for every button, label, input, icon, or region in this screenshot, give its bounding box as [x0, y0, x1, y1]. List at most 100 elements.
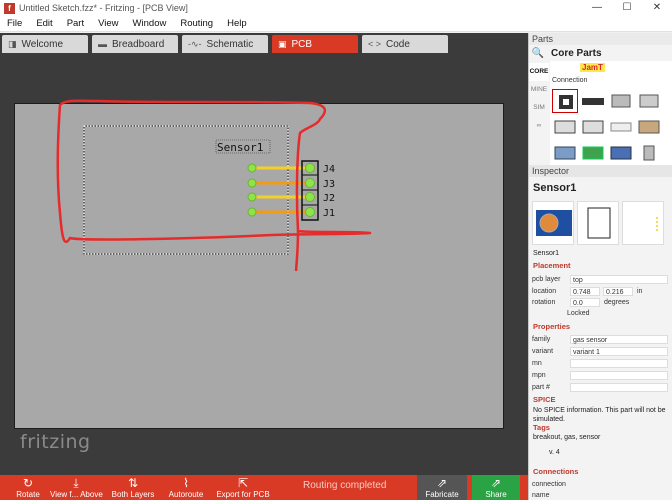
- pad[interactable]: [305, 163, 315, 173]
- part-tile[interactable]: [552, 89, 578, 113]
- view-above-icon: ⤓: [73, 476, 79, 490]
- fabricate-button[interactable]: ⇗ Fabricate: [417, 475, 467, 500]
- rotate-icon: ↻: [22, 476, 34, 490]
- properties-title: Properties: [533, 322, 571, 331]
- welcome-icon: ◨: [8, 38, 17, 49]
- part-tile[interactable]: [636, 115, 662, 139]
- maximize-button[interactable]: ☐: [612, 0, 642, 16]
- part-tile[interactable]: [580, 115, 606, 139]
- bin-tab-sim[interactable]: SIM: [529, 99, 549, 117]
- part-tile[interactable]: [636, 141, 662, 165]
- tags-text: breakout, gas, sensor: [533, 434, 601, 441]
- pad[interactable]: [305, 178, 315, 188]
- red-annotation-tail: [294, 230, 300, 272]
- menu-routing[interactable]: Routing: [173, 18, 220, 29]
- menu-window[interactable]: Window: [126, 18, 174, 29]
- bin-tab-core[interactable]: CORE: [529, 63, 549, 81]
- inspector-title: Sensor1: [533, 182, 577, 194]
- schematic-preview: [577, 201, 619, 245]
- spice-title: SPICE: [533, 395, 556, 404]
- inspector-subtitle: Sensor1: [533, 250, 560, 257]
- pin-label-j2: J2: [323, 193, 335, 204]
- spice-text: No SPICE information. This part will not…: [533, 407, 666, 423]
- rotation-field[interactable]: 0.0: [570, 297, 600, 307]
- both-layers-button[interactable]: ⇅ Both Layers: [108, 475, 158, 500]
- share-button[interactable]: ⇗ Share: [472, 475, 520, 500]
- location-y-field[interactable]: 0.216: [603, 286, 633, 296]
- pin-label-j1: J1: [323, 208, 335, 219]
- bin-title: Core Parts: [551, 47, 602, 59]
- autoroute-button[interactable]: ⌇ Autoroute: [164, 475, 208, 500]
- routing-status: Routing completed: [303, 480, 387, 491]
- inspector-images: [532, 201, 664, 245]
- tab-welcome[interactable]: ◨ Welcome: [2, 35, 88, 53]
- bin-tab-mine[interactable]: MINE: [529, 81, 549, 99]
- prop-row: variant variant 1: [532, 346, 668, 356]
- mpn-field[interactable]: [570, 370, 668, 380]
- pad[interactable]: [305, 192, 315, 202]
- view-from-above-button[interactable]: ⤓ View f... Above: [50, 475, 103, 500]
- tab-code[interactable]: < > Code: [362, 35, 448, 53]
- part-tile[interactable]: [552, 141, 578, 165]
- layers-icon: ⇅: [127, 476, 139, 490]
- part-tile[interactable]: [580, 89, 606, 113]
- part-tile[interactable]: [636, 89, 662, 113]
- share-icon: ⇗: [490, 476, 502, 490]
- pad[interactable]: [247, 192, 257, 202]
- pad[interactable]: [247, 207, 257, 217]
- tab-label: PCB: [291, 38, 313, 50]
- tab-pcb[interactable]: ▣ PCB: [272, 35, 358, 53]
- part-number-field[interactable]: [570, 382, 668, 392]
- bin-tab-more[interactable]: ∞: [529, 117, 549, 135]
- tags-title: Tags: [533, 423, 550, 432]
- name-row: name: [532, 491, 550, 499]
- pcb-preview: [622, 201, 664, 245]
- family-field[interactable]: gas sensor: [570, 334, 668, 344]
- menu-file[interactable]: File: [0, 18, 29, 29]
- right-panel: Parts 🔍 Core Parts CORE MINE SIM ∞ JamT …: [528, 33, 672, 500]
- menu-help[interactable]: Help: [220, 18, 254, 29]
- autoroute-icon: ⌇: [183, 476, 189, 490]
- rotate-button[interactable]: ↻ Rotate: [10, 475, 46, 500]
- menu-view[interactable]: View: [91, 18, 125, 29]
- part-tile[interactable]: [608, 115, 634, 139]
- pcb-drawing: Sensor1 J4 J3 J2 J1: [56, 99, 372, 272]
- pad[interactable]: [247, 178, 257, 188]
- part-label[interactable]: Sensor1: [217, 141, 263, 154]
- part-tile[interactable]: [608, 141, 634, 165]
- part-tile[interactable]: [552, 115, 578, 139]
- location-x-field[interactable]: 0.748: [570, 286, 600, 296]
- bin-tabs: CORE MINE SIM ∞: [529, 63, 549, 135]
- search-icon[interactable]: 🔍: [529, 45, 547, 61]
- fabricate-icon: ⇗: [436, 476, 448, 490]
- breadboard-preview: [532, 201, 574, 245]
- prop-row: family gas sensor: [532, 334, 668, 344]
- code-icon: < >: [368, 39, 382, 49]
- menu-edit[interactable]: Edit: [29, 18, 59, 29]
- variant-field[interactable]: variant 1: [570, 346, 668, 356]
- part-tile[interactable]: [608, 89, 634, 113]
- tab-schematic[interactable]: -∿- Schematic: [182, 35, 268, 53]
- rotation-row: rotation 0.0 degrees: [532, 297, 630, 307]
- pad[interactable]: [305, 207, 315, 217]
- tab-breadboard[interactable]: ▬ Breadboard: [92, 35, 178, 53]
- tab-label: Welcome: [21, 38, 64, 50]
- minimize-button[interactable]: —: [582, 0, 612, 16]
- menu-bar: File Edit Part View Window Routing Help: [0, 16, 672, 32]
- pin-label-j4: J4: [323, 164, 335, 175]
- jamt-badge[interactable]: JamT: [580, 63, 605, 72]
- close-button[interactable]: ✕: [642, 0, 672, 16]
- locked-checkbox[interactable]: Locked: [567, 310, 590, 317]
- pcb-canvas[interactable]: Sensor1 J4 J3 J2 J1 fritzing: [0, 53, 528, 475]
- parts-grid: JamT Connection: [550, 61, 672, 166]
- pcb-layer-select[interactable]: top: [570, 274, 668, 284]
- menu-part[interactable]: Part: [60, 18, 91, 29]
- breadboard-icon: ▬: [98, 39, 107, 49]
- part-tile[interactable]: [580, 141, 606, 165]
- tab-label: Schematic: [206, 38, 254, 50]
- mn-field[interactable]: [570, 358, 668, 368]
- pad[interactable]: [247, 163, 257, 173]
- placement-title: Placement: [533, 261, 571, 270]
- export-pcb-button[interactable]: ⇱ Export for PCB: [214, 475, 272, 500]
- view-tab-bar: ◨ Welcome ▬ Breadboard -∿- Schematic ▣ P…: [0, 33, 528, 53]
